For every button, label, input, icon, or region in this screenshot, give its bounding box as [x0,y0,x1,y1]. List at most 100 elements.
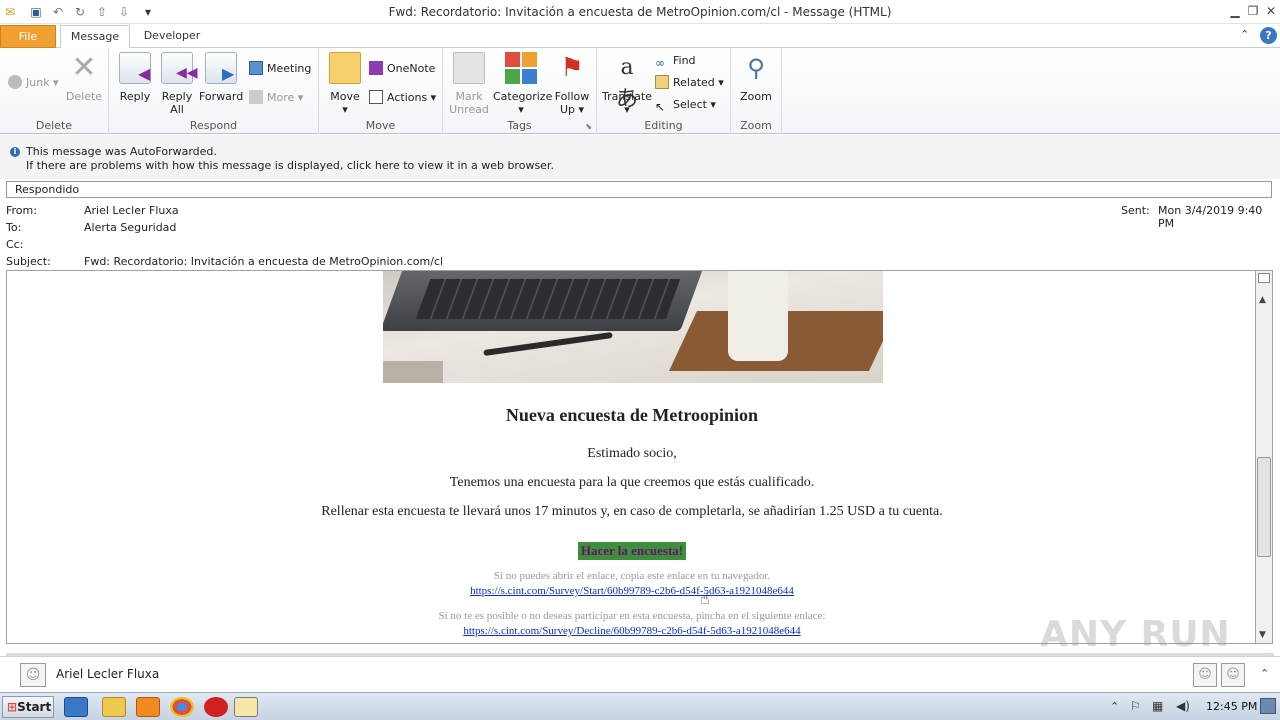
more-label: More [267,91,295,104]
email-header-photo [383,271,883,383]
find-button[interactable]: ∞ Find [655,52,696,70]
help-icon[interactable]: ? [1260,27,1277,44]
file-explorer-icon[interactable] [102,697,126,717]
actions-icon [369,90,383,104]
survey-start-link[interactable]: https://s.cint.com/Survey/Start/60b99789… [470,585,794,597]
tags-dialog-launcher-icon[interactable]: ⬊ [585,122,592,131]
people-pane: ☺ Ariel Lecler Fluxa ☺ ☺ ⌃ [0,656,1280,692]
tab-developer[interactable]: Developer [134,25,210,48]
outlook-taskbar-icon[interactable] [234,697,258,717]
ribbon-tabs: File Message Developer ⌃ ? [0,24,1280,49]
sent-value: Mon 3/4/2019 9:40 PM [1158,204,1263,230]
forward-button[interactable]: ▶ Forward [199,52,243,103]
delete-group: Junk ▾ ✕ Delete Delete [0,48,109,134]
respond-group: ◀ Reply ◀◀ Reply All ▶ Forward Meeting M… [109,48,319,134]
title-bar: ✉ ▣ ↶ ↻ ⇧ ⇩ ▾ Fwd: Recordatorio: Invitac… [0,0,1280,24]
mark-unread-label-2: Unread [449,103,489,116]
forward-icon: ▶ [205,52,237,84]
to-value[interactable]: Alerta Seguridad [84,221,176,234]
reply-all-button[interactable]: ◀◀ Reply All [157,52,198,116]
translate-icon: aあ [615,55,638,112]
delete-button[interactable]: ✕ Delete [64,52,104,104]
magnifier-icon: ⚲ [747,54,765,82]
group-label-respond: Respond [189,119,238,132]
contact-avatar-small-2[interactable]: ☺ [1221,663,1245,687]
status-banner: Respondido [6,181,1272,198]
categorize-label: Categorize [493,90,553,103]
info-view-in-browser-text[interactable]: If there are problems with how this mess… [26,159,554,172]
info-icon: i [10,147,20,157]
more-button[interactable]: More ▾ [249,89,303,107]
contact-avatar[interactable]: ☺ [20,663,46,687]
opera-icon[interactable] [204,697,228,717]
email-greeting: Estimado socio, [587,446,677,461]
actions-button[interactable]: Actions ▾ [369,89,436,107]
media-player-icon[interactable] [136,697,160,717]
mark-unread-icon [453,52,485,84]
windows-logo-icon: ⊞ [7,700,18,714]
tab-message[interactable]: Message [60,25,130,49]
show-desktop-icon[interactable] [1260,698,1276,714]
follow-up-label-1: Follow [554,90,590,103]
meeting-button[interactable]: Meeting [249,60,311,78]
minimize-icon[interactable]: ▁ [1226,2,1244,20]
close-icon[interactable]: ✕ [1262,2,1280,20]
reply-icon: ◀ [119,52,151,84]
zoom-view-icon[interactable] [1258,273,1270,283]
show-hidden-icons-icon[interactable]: ⌃ [1110,700,1119,713]
expand-people-pane-icon[interactable]: ⌃ [1260,667,1269,680]
restore-icon[interactable]: ❐ [1244,2,1262,20]
subject-value: Fwd: Recordatorio: Invitación a encuesta… [84,255,444,268]
select-button[interactable]: ↖ Select ▾ [655,96,716,114]
info-autoforward-text: This message was AutoForwarded. [26,145,217,158]
take-survey-button[interactable]: Hacer la encuesta! [577,542,687,560]
meeting-label: Meeting [267,62,312,75]
move-button[interactable]: Move ▾ [325,52,365,116]
binoculars-icon: ∞ [655,56,665,70]
ribbon: Junk ▾ ✕ Delete Delete ◀ Reply ◀◀ Reply … [0,48,1280,134]
onenote-label: OneNote [387,62,436,75]
email-paragraph-1: Tenemos una encuesta para la que creemos… [449,475,815,490]
zoom-button[interactable]: ⚲ Zoom [735,52,777,103]
junk-button[interactable]: Junk ▾ [8,74,59,92]
vertical-scrollbar[interactable]: ▲ ▼ [1256,270,1273,644]
message-body[interactable]: Nueva encuesta de Metroopinion Estimado … [6,270,1256,644]
scroll-down-icon[interactable]: ▼ [1259,630,1266,640]
group-label-editing: Editing [644,119,683,132]
group-label-tags: Tags [507,119,532,132]
translate-button[interactable]: aあ Translate ▾ [601,52,653,116]
tags-group: Mark Unread Categorize ▾ ⚑ Follow Up ▾ Ta… [443,48,597,134]
move-folder-icon [329,52,361,84]
network-icon[interactable]: ▦ [1152,699,1163,713]
categorize-button[interactable]: Categorize ▾ [493,52,553,116]
minimize-ribbon-icon[interactable]: ⌃ [1240,28,1249,41]
chrome-icon[interactable] [170,697,194,717]
scroll-up-icon[interactable]: ▲ [1259,295,1266,305]
junk-label: Junk [26,76,50,89]
from-value[interactable]: Ariel Lecler Fluxa [84,204,179,217]
action-center-flag-icon[interactable]: ⚐ [1130,699,1141,713]
start-button[interactable]: ⊞Start [2,696,54,718]
related-button[interactable]: Related ▾ [655,74,724,92]
scroll-thumb[interactable] [1257,457,1271,557]
onenote-button[interactable]: OneNote [369,60,435,78]
contact-avatar-small-1[interactable]: ☺ [1193,663,1217,687]
start-link-row: https://s.cint.com/Survey/Start/60b99789… [7,585,1255,597]
tab-file[interactable]: File [0,25,56,48]
taskbar: ⊞Start ⌃ ⚐ ▦ ◀) 12:45 PM [0,692,1280,720]
related-label: Related [673,76,715,89]
follow-up-button[interactable]: ⚑ Follow Up ▾ [551,52,593,116]
cursor-icon: ↖ [655,100,666,114]
delete-label: Delete [65,90,103,103]
people-pane-name[interactable]: Ariel Lecler Fluxa [56,667,159,681]
survey-decline-link[interactable]: https://s.cint.com/Survey/Decline/60b997… [463,625,800,637]
mark-unread-button[interactable]: Mark Unread [447,52,491,116]
translate-label: Translate [602,90,652,103]
reply-button[interactable]: ◀ Reply [115,52,155,103]
volume-icon[interactable]: ◀) [1176,699,1190,713]
survey-button-row: Hacer la encuesta! [7,542,1255,560]
clock[interactable]: 12:45 PM [1206,700,1257,713]
internet-explorer-icon[interactable] [64,697,88,717]
copy-link-note: Si no puedes abrir el enlace, copia este… [493,570,771,582]
group-label-zoom: Zoom [740,119,772,132]
